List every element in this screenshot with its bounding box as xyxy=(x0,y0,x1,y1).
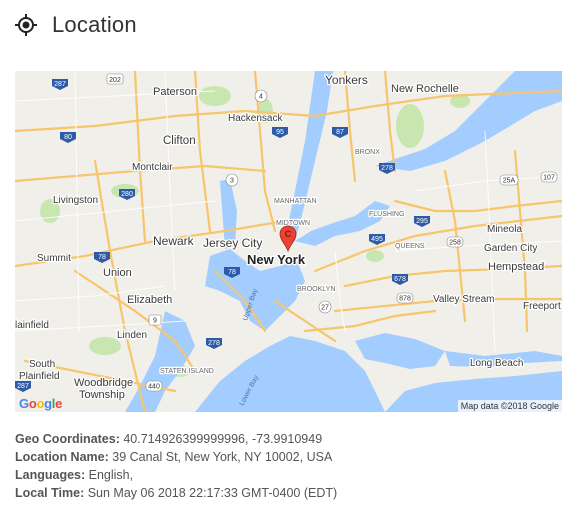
label-montclair: Montclair xyxy=(132,162,173,173)
page-title: Location xyxy=(52,12,137,37)
local-time-row: Local Time: Sun May 06 2018 22:17:33 GMT… xyxy=(15,484,337,502)
label-paterson: Paterson xyxy=(153,86,197,98)
label-new-rochelle: New Rochelle xyxy=(391,83,459,95)
geo-coordinates-label: Geo Coordinates: xyxy=(15,432,120,446)
label-hackensack: Hackensack xyxy=(228,113,283,124)
languages-label: Languages: xyxy=(15,468,86,482)
svg-text:25A: 25A xyxy=(503,178,516,185)
location-name-value: 39 Canal St, New York, NY 10002, USA xyxy=(108,450,333,464)
svg-text:287: 287 xyxy=(54,81,66,88)
label-clifton: Clifton xyxy=(163,135,196,147)
svg-text:440: 440 xyxy=(148,384,160,391)
label-long-beach: Long Beach xyxy=(470,358,523,369)
languages-value: English, xyxy=(85,468,134,482)
label-brooklyn: BROOKLYN xyxy=(297,286,335,293)
svg-text:4: 4 xyxy=(259,94,263,101)
label-garden-city: Garden City xyxy=(484,243,537,254)
svg-text:80: 80 xyxy=(64,134,72,141)
label-bronx: BRONX xyxy=(355,149,380,156)
geo-coordinates-value: 40.714926399999996, -73.9910949 xyxy=(119,432,323,446)
label-jersey-city: Jersey City xyxy=(203,236,262,250)
languages-row: Languages: English, xyxy=(15,466,337,484)
location-name-label: Location Name: xyxy=(15,450,109,464)
label-elizabeth: Elizabeth xyxy=(127,294,172,306)
label-new-york: New York xyxy=(247,252,306,267)
label-mineola: Mineola xyxy=(487,224,522,235)
label-summit: Summit xyxy=(37,253,71,264)
svg-text:278: 278 xyxy=(208,340,220,347)
label-queens: QUEENS xyxy=(395,243,425,250)
location-name-row: Location Name: 39 Canal St, New York, NY… xyxy=(15,448,337,466)
svg-text:878: 878 xyxy=(399,296,411,303)
svg-text:495: 495 xyxy=(371,236,383,243)
label-yonkers: Yonkers xyxy=(325,73,368,87)
label-livingston: Livingston xyxy=(53,195,98,206)
label-manhattan: MANHATTAN xyxy=(274,198,317,205)
map-attribution[interactable]: Map data ©2018 Google xyxy=(457,400,562,412)
svg-text:678: 678 xyxy=(394,276,406,283)
svg-text:3: 3 xyxy=(230,178,234,185)
map-canvas[interactable]: 202 287 4 80 95 87 3 280 78 78 278 278 4… xyxy=(15,71,562,412)
label-valley-stream: Valley Stream xyxy=(433,294,495,305)
svg-text:87: 87 xyxy=(336,129,344,136)
label-linden: Linden xyxy=(117,330,147,341)
label-freeport: Freeport xyxy=(523,301,561,312)
local-time-value: Sun May 06 2018 22:17:33 GMT-0400 (EDT) xyxy=(84,486,338,500)
label-flushing: FLUSHING xyxy=(369,211,404,218)
label-newark: Newark xyxy=(153,234,195,248)
svg-text:78: 78 xyxy=(98,254,106,261)
location-map[interactable]: 202 287 4 80 95 87 3 280 78 78 278 278 4… xyxy=(15,71,562,412)
label-hempstead: Hempstead xyxy=(488,261,544,273)
svg-text:258: 258 xyxy=(449,240,461,247)
svg-text:295: 295 xyxy=(416,218,428,225)
label-woodbridge: Woodbridge xyxy=(74,377,133,389)
location-details: Geo Coordinates: 40.714926399999996, -73… xyxy=(15,430,337,502)
label-union: Union xyxy=(103,267,132,279)
svg-text:287: 287 xyxy=(17,383,29,390)
svg-text:202: 202 xyxy=(109,77,121,84)
label-staten-island: STATEN ISLAND xyxy=(160,368,214,375)
label-township: Township xyxy=(79,389,125,401)
label-south: South xyxy=(29,359,55,370)
svg-text:280: 280 xyxy=(121,191,133,198)
location-target-icon xyxy=(15,14,37,36)
svg-text:278: 278 xyxy=(381,165,393,172)
svg-text:95: 95 xyxy=(276,129,284,136)
local-time-label: Local Time: xyxy=(15,486,85,500)
label-plainfield-2: Plainfield xyxy=(19,371,60,382)
svg-text:78: 78 xyxy=(228,269,236,276)
geo-coordinates-row: Geo Coordinates: 40.714926399999996, -73… xyxy=(15,430,337,448)
label-midtown: MIDTOWN xyxy=(276,220,310,227)
google-logo[interactable]: Google xyxy=(19,396,62,411)
label-plainfield: lainfield xyxy=(15,320,49,331)
svg-text:27: 27 xyxy=(321,305,329,312)
svg-text:9: 9 xyxy=(153,318,157,325)
marker-letter: C xyxy=(285,229,292,239)
svg-text:107: 107 xyxy=(543,175,555,182)
location-header: Location xyxy=(14,10,137,40)
